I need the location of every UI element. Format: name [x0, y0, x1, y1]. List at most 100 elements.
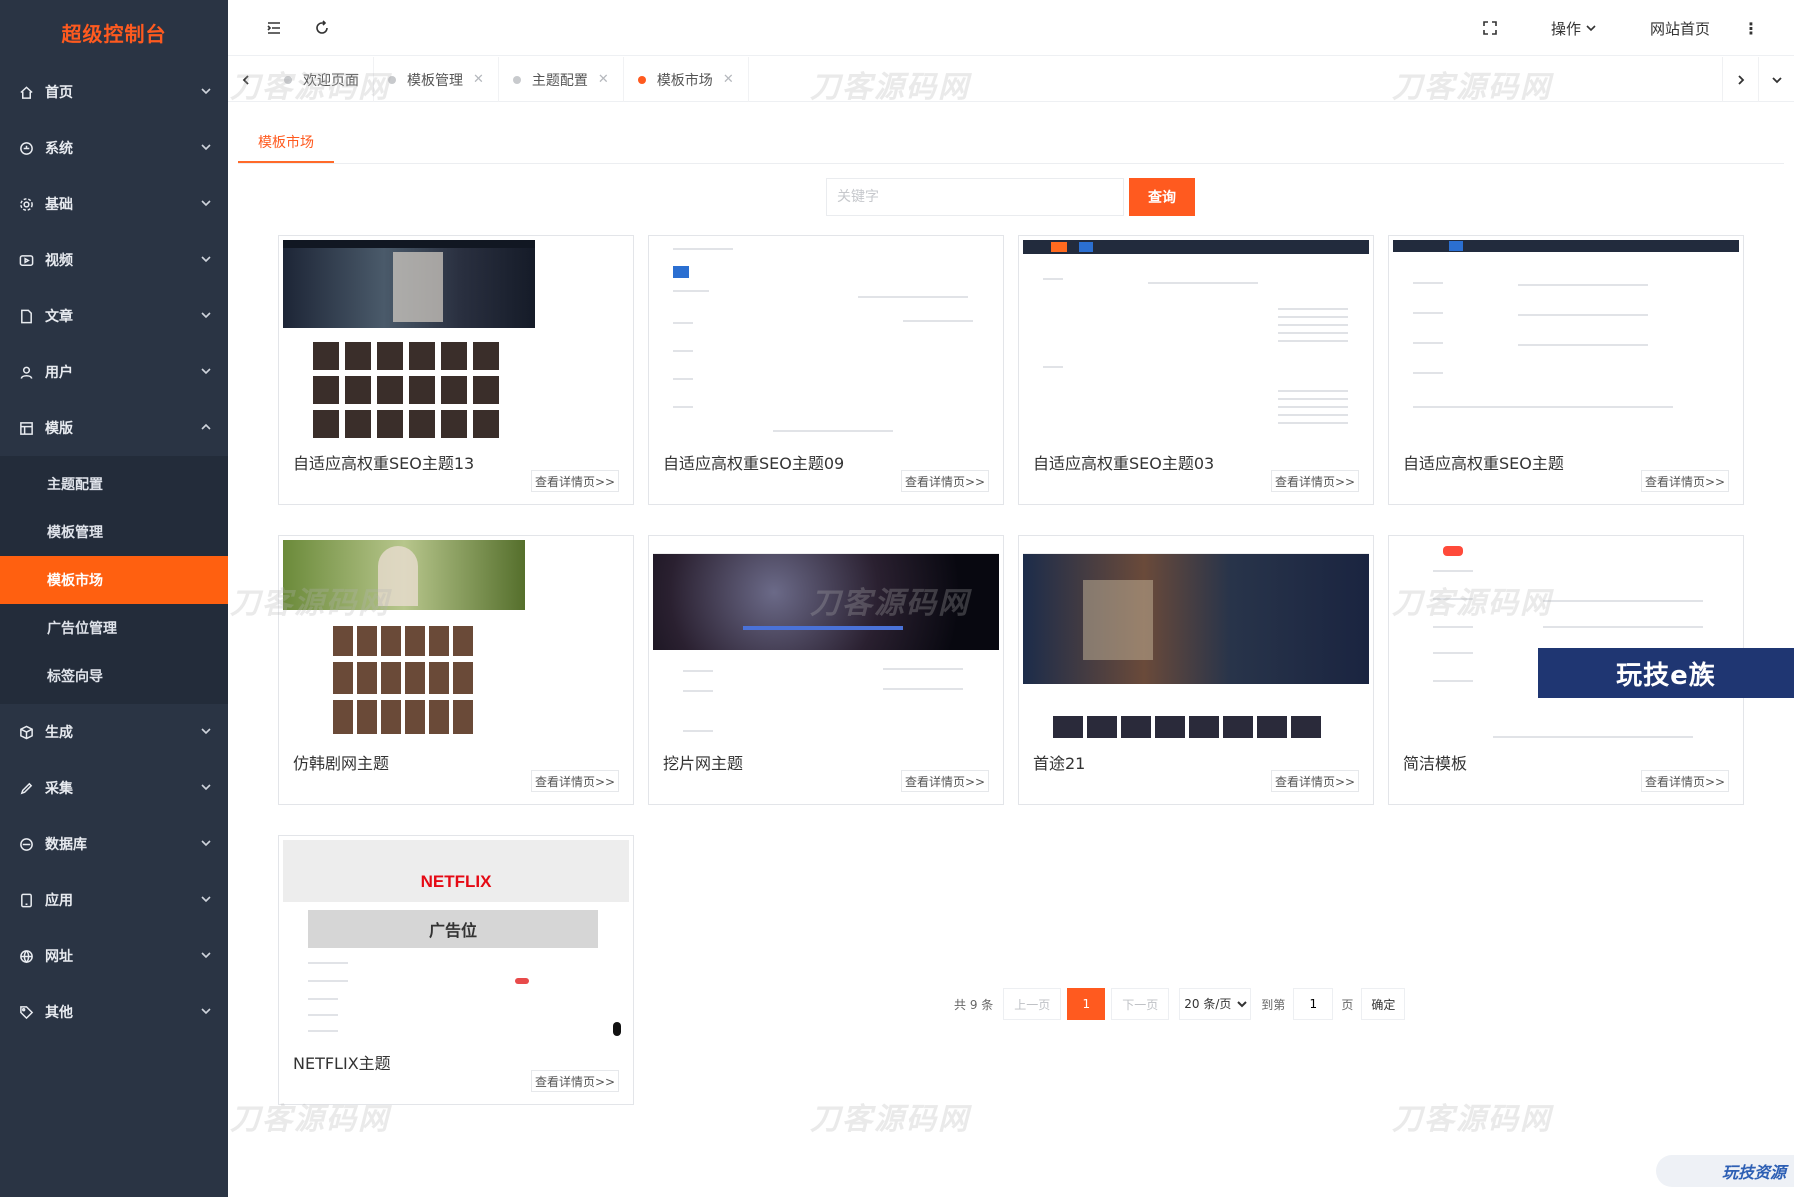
sidebar-item-label: 数据库: [45, 837, 87, 853]
sidebar-item-label: 视频: [45, 253, 73, 269]
template-submenu: 主题配置 模板管理 模板市场 广告位管理 标签向导: [0, 456, 228, 704]
sidebar-item-label: 基础: [45, 197, 73, 213]
pagination: 共 9 条 上一页 1 下一页 20 条/页 到第 页 确定: [954, 987, 1406, 1021]
submenu-ad-manage[interactable]: 广告位管理: [0, 604, 228, 652]
card-title: 自适应高权重SEO主题13: [293, 454, 475, 473]
tab-dropdown-icon[interactable]: [1758, 57, 1794, 102]
prev-page-button[interactable]: 上一页: [1003, 988, 1062, 1020]
template-card[interactable]: 挖片网主题 查看详情页>>: [648, 535, 1004, 805]
sidebar-item-system[interactable]: 系统: [0, 120, 228, 176]
tab-template-market-page[interactable]: 模板市场: [238, 122, 334, 164]
refresh-icon[interactable]: [310, 0, 334, 56]
view-details-button[interactable]: 查看详情页>>: [531, 1070, 619, 1092]
template-card[interactable]: 仿韩剧网主题 查看详情页>>: [278, 535, 634, 805]
site-home-link[interactable]: 网站首页: [1630, 0, 1730, 56]
submenu-theme-config[interactable]: 主题配置: [0, 460, 228, 508]
sidebar-item-database[interactable]: 数据库: [0, 816, 228, 872]
goto-page-input[interactable]: [1293, 988, 1334, 1020]
submenu-tag-wizard[interactable]: 标签向导: [0, 652, 228, 700]
template-card[interactable]: 自适应高权重SEO主题 查看详情页>>: [1388, 235, 1744, 505]
template-card[interactable]: 自适应高权重SEO主题03 查看详情页>>: [1018, 235, 1374, 505]
per-page-select[interactable]: 20 条/页: [1179, 988, 1252, 1020]
sidebar: 超级控制台 首页 系统 基础 视频 文章 用户 模版 主题配置 模板管理 模板市…: [0, 0, 228, 1197]
sidebar-item-label: 采集: [45, 781, 73, 797]
sidebar-item-label: 系统: [45, 141, 73, 157]
chevron-down-icon: [200, 197, 212, 209]
tag-icon: [18, 1004, 34, 1020]
template-thumbnail: [653, 540, 999, 740]
tab-bar: 欢迎页面 模板管理 ✕ 主题配置 ✕ 模板市场 ✕: [228, 57, 1794, 102]
fullscreen-icon[interactable]: [1478, 0, 1502, 56]
submenu-template-market[interactable]: 模板市场: [0, 556, 228, 604]
sidebar-item-user[interactable]: 用户: [0, 344, 228, 400]
template-card[interactable]: 自适应高权重SEO主题09 查看详情页>>: [648, 235, 1004, 505]
cube-icon: [18, 724, 34, 740]
sidebar-item-collect[interactable]: 采集: [0, 760, 228, 816]
view-details-button[interactable]: 查看详情页>>: [1641, 470, 1729, 492]
close-icon[interactable]: ✕: [723, 72, 734, 87]
sidebar-item-label: 应用: [45, 893, 73, 909]
template-thumbnail: [1023, 240, 1369, 440]
sidebar-item-apps[interactable]: 应用: [0, 872, 228, 928]
sidebar-item-generate[interactable]: 生成: [0, 704, 228, 760]
sidebar-item-home[interactable]: 首页: [0, 64, 228, 120]
sidebar-item-template[interactable]: 模版: [0, 400, 228, 456]
template-thumbnail: [283, 240, 629, 440]
close-icon[interactable]: ✕: [598, 72, 609, 87]
chevron-down-icon: [200, 85, 212, 97]
more-icon[interactable]: ⋮: [1736, 0, 1766, 56]
sidebar-item-other[interactable]: 其他: [0, 984, 228, 1040]
search-input[interactable]: [826, 178, 1124, 216]
template-thumbnail: [1023, 540, 1369, 740]
tab-welcome[interactable]: 欢迎页面: [270, 57, 374, 102]
template-thumbnail: [653, 240, 999, 440]
view-details-button[interactable]: 查看详情页>>: [531, 470, 619, 492]
chevron-down-icon: [200, 365, 212, 377]
card-title: 首途21: [1033, 754, 1086, 773]
chevron-down-icon: [200, 837, 212, 849]
close-icon[interactable]: ✕: [473, 72, 484, 87]
sidebar-item-video[interactable]: 视频: [0, 232, 228, 288]
chevron-down-icon: [200, 893, 212, 905]
tab-template-market[interactable]: 模板市场 ✕: [624, 57, 749, 102]
view-details-button[interactable]: 查看详情页>>: [901, 770, 989, 792]
view-details-button[interactable]: 查看详情页>>: [901, 470, 989, 492]
view-details-button[interactable]: 查看详情页>>: [531, 770, 619, 792]
operate-menu[interactable]: 操作: [1538, 0, 1610, 56]
submenu-template-manage[interactable]: 模板管理: [0, 508, 228, 556]
overlay-badge: 玩技e族: [1538, 648, 1794, 698]
search-button[interactable]: 查询: [1129, 178, 1195, 216]
template-card[interactable]: 首途21 查看详情页>>: [1018, 535, 1374, 805]
template-icon: [18, 420, 34, 436]
tab-label: 主题配置: [531, 72, 588, 89]
view-details-button[interactable]: 查看详情页>>: [1271, 470, 1359, 492]
tab-scroll-right-icon[interactable]: [1722, 57, 1758, 102]
next-page-button[interactable]: 下一页: [1111, 988, 1170, 1020]
template-card[interactable]: NETFLIX 广告位 NETFLIX主题 查看详情页>>: [278, 835, 634, 1105]
template-thumbnail: [1393, 240, 1739, 440]
chevron-down-icon: [200, 949, 212, 961]
view-details-button[interactable]: 查看详情页>>: [1641, 770, 1729, 792]
view-details-button[interactable]: 查看详情页>>: [1271, 770, 1359, 792]
goto-confirm-button[interactable]: 确定: [1361, 988, 1406, 1020]
sidebar-item-label: 首页: [45, 85, 73, 101]
card-title: 挖片网主题: [663, 754, 744, 773]
tab-template-manage[interactable]: 模板管理 ✕: [374, 57, 499, 102]
page-number-button[interactable]: 1: [1067, 988, 1106, 1020]
template-card[interactable]: 自适应高权重SEO主题13 查看详情页>>: [278, 235, 634, 505]
tab-theme-config[interactable]: 主题配置 ✕: [499, 57, 624, 102]
tab-scroll-left-icon[interactable]: [228, 57, 264, 102]
card-title: 自适应高权重SEO主题03: [1033, 454, 1215, 473]
goto-label: 到第: [1261, 997, 1286, 1012]
sidebar-item-url[interactable]: 网址: [0, 928, 228, 984]
sidebar-item-basic[interactable]: 基础: [0, 176, 228, 232]
chevron-down-icon: [200, 725, 212, 737]
tablet-icon: [18, 892, 34, 908]
menu-toggle-icon[interactable]: [262, 0, 286, 56]
tab-label: 欢迎页面: [303, 72, 359, 89]
page-unit-label: 页: [1341, 997, 1354, 1012]
sidebar-item-label: 网址: [45, 949, 73, 965]
pen-icon: [18, 780, 34, 796]
chevron-down-icon: [200, 141, 212, 153]
sidebar-item-article[interactable]: 文章: [0, 288, 228, 344]
